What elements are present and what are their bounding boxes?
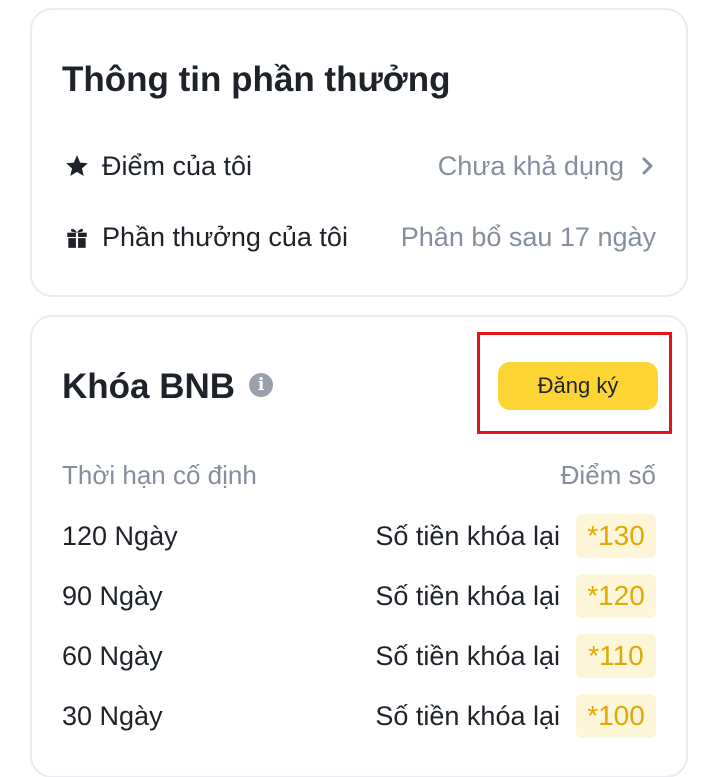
gift-icon (62, 222, 92, 252)
lock-points-badge: *120 (576, 574, 656, 618)
my-rewards-row: Phần thưởng của tôi Phân bổ sau 17 ngày (62, 217, 656, 257)
lock-desc: Số tiền khóa lại (375, 581, 560, 611)
chevron-right-icon[interactable] (640, 156, 656, 176)
lock-period: 30 Ngày (62, 701, 163, 731)
my-points-row[interactable]: Điểm của tôi Chưa khả dụng (62, 146, 656, 186)
lock-period: 90 Ngày (62, 581, 163, 611)
lock-table-header: Thời hạn cố định Điểm số (62, 455, 656, 495)
lock-row: 60 Ngày Số tiền khóa lại *110 (62, 633, 656, 679)
lock-bnb-card: Khóa BNB i Đăng ký Thời hạn cố định Điểm … (30, 315, 688, 777)
fixed-term-header: Thời hạn cố định (62, 460, 257, 490)
my-points-label: Điểm của tôi (102, 151, 253, 181)
rewards-info-card: Thông tin phần thưởng Điểm của tôi Chưa … (30, 8, 688, 297)
lock-row: 90 Ngày Số tiền khóa lại *120 (62, 573, 656, 619)
lock-points-badge: *110 (576, 634, 656, 678)
rewards-card-title: Thông tin phần thưởng (62, 60, 451, 99)
register-button[interactable]: Đăng ký (498, 362, 658, 410)
lock-row: 30 Ngày Số tiền khóa lại *100 (62, 693, 656, 739)
lock-row: 120 Ngày Số tiền khóa lại *130 (62, 513, 656, 559)
lock-period: 120 Ngày (62, 521, 178, 551)
lock-desc: Số tiền khóa lại (375, 521, 560, 551)
my-rewards-label: Phần thưởng của tôi (102, 222, 348, 252)
lock-desc: Số tiền khóa lại (375, 701, 560, 731)
points-header: Điểm số (560, 460, 656, 490)
my-points-value-wrap: Chưa khả dụng (438, 146, 656, 186)
my-rewards-value: Phân bổ sau 17 ngày (400, 222, 656, 252)
info-icon[interactable]: i (249, 372, 274, 397)
lock-period: 60 Ngày (62, 641, 163, 671)
lock-card-title-text: Khóa BNB (62, 367, 236, 406)
lock-card-title: Khóa BNB i (62, 367, 274, 407)
lock-points-badge: *100 (576, 694, 656, 738)
lock-points-badge: *130 (576, 514, 656, 558)
lock-desc: Số tiền khóa lại (375, 641, 560, 671)
my-points-value: Chưa khả dụng (437, 151, 624, 181)
star-icon (62, 151, 92, 181)
